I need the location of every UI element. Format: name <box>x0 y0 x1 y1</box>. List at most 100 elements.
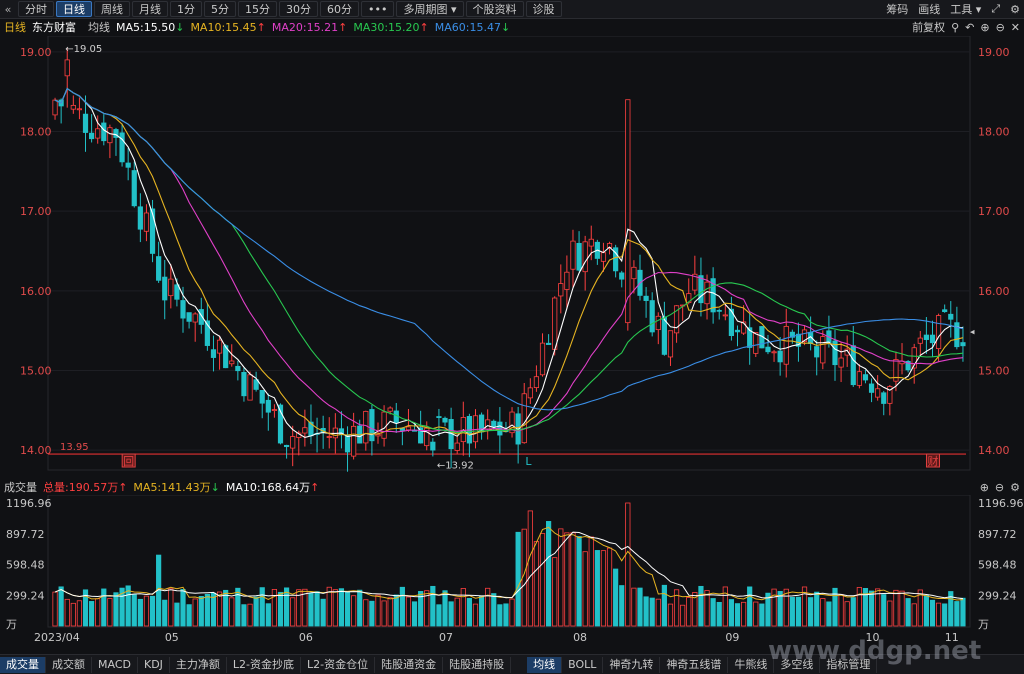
volume-bar <box>180 589 186 627</box>
candle <box>290 436 296 449</box>
volume-bar <box>113 592 119 627</box>
candle <box>107 127 113 144</box>
volume-bar <box>70 602 76 627</box>
period-tab[interactable]: 15分 <box>238 1 277 17</box>
candle <box>881 392 887 404</box>
period-tab[interactable]: 60分 <box>320 1 359 17</box>
volume-bar <box>704 590 710 627</box>
volume-bar <box>314 591 320 627</box>
volume-bar <box>271 589 278 627</box>
volume-bar <box>795 596 802 627</box>
ma-label[interactable]: 均线 <box>88 19 110 35</box>
x-tick: 08 <box>573 631 587 644</box>
candle <box>527 387 533 399</box>
indicator-tab[interactable]: 神奇五线谱 <box>660 656 729 673</box>
vol-settings-icon[interactable]: ⚙ <box>1010 481 1020 494</box>
fullscreen-icon[interactable]: ⤢ <box>991 2 1000 16</box>
candle <box>52 99 58 116</box>
candle <box>942 309 948 313</box>
y-tick-right: 16.00 <box>978 285 1010 298</box>
period-tab[interactable]: 5分 <box>204 1 236 17</box>
candle <box>375 434 381 437</box>
period-tab[interactable]: 分时 <box>18 1 54 17</box>
volume-bar <box>899 590 905 627</box>
volume-bar <box>448 601 454 627</box>
volume-bar <box>95 598 101 627</box>
tools-button[interactable]: 工具 ▾ <box>950 1 981 17</box>
period-tab[interactable]: 多周期图 ▾ <box>396 1 464 17</box>
chip-button[interactable]: 筹码 <box>886 1 908 17</box>
vol-zoom-in-icon[interactable]: ⊕ <box>980 481 989 494</box>
volume-bar <box>594 550 600 627</box>
fq-select[interactable]: 前复权 <box>912 19 945 35</box>
vol-zoom-out-icon[interactable]: ⊖ <box>995 481 1004 494</box>
candle <box>186 312 192 322</box>
volume-chart[interactable]: 1196.96 1196.96 897.72 897.72 598.48 598.48 29… <box>0 495 1024 654</box>
volume-bar <box>868 590 875 627</box>
volume-bar <box>661 584 667 627</box>
indicator-tab[interactable]: L2-资金仓位 <box>301 656 376 673</box>
period-tab[interactable]: 30分 <box>279 1 318 17</box>
back-icon[interactable]: « <box>0 3 16 16</box>
plot-frame <box>47 36 971 471</box>
period-tab[interactable]: ••• <box>361 1 395 17</box>
candle <box>125 162 131 168</box>
ma10-line <box>54 87 964 436</box>
period-tab[interactable]: 月线 <box>132 1 168 17</box>
volume-bar <box>838 594 844 627</box>
indicator-tab[interactable]: KDJ <box>138 656 170 673</box>
volume-bar <box>710 598 716 627</box>
settings-icon[interactable]: ⚙ <box>1010 3 1020 16</box>
indicator-tab[interactable]: 主力净额 <box>170 656 227 673</box>
indicator-tab[interactable]: 成交额 <box>46 656 92 673</box>
draw-button[interactable]: 画线 <box>918 1 940 17</box>
zoom-out-icon[interactable]: ⊖ <box>996 21 1005 34</box>
undo-icon[interactable]: ↶ <box>965 21 974 34</box>
indicator-tab[interactable]: 牛熊线 <box>728 656 775 673</box>
volume-bar <box>290 597 296 627</box>
volume-bar <box>332 589 338 627</box>
indicator-tab[interactable]: L2-资金抄底 <box>227 656 302 673</box>
y-tick-left: 15.00 <box>20 364 52 377</box>
volume-bar <box>399 586 405 627</box>
lock-icon[interactable]: ⚲ <box>951 21 959 34</box>
volume-bar <box>954 601 960 627</box>
close-icon[interactable]: ✕ <box>1011 21 1020 34</box>
period-tab[interactable]: 日线 <box>56 1 92 17</box>
candle <box>76 108 83 111</box>
low-annotation: ←13.92 <box>437 460 474 471</box>
candle <box>558 283 564 297</box>
period-tab[interactable]: 诊股 <box>525 1 562 17</box>
vol-tick-right: 897.72 <box>978 528 1017 541</box>
volume-bar <box>436 604 442 627</box>
candle <box>533 376 540 388</box>
indicator-tab[interactable]: 指标管理 <box>820 656 878 673</box>
volume-bar <box>850 597 856 627</box>
period-tab[interactable]: 1分 <box>170 1 202 17</box>
candle <box>588 238 594 247</box>
indicator-tab[interactable]: 陆股通持股 <box>443 656 512 673</box>
volume-bar <box>582 551 588 627</box>
volume-bar <box>844 601 850 627</box>
period-tab[interactable]: 个股资料 <box>465 1 524 17</box>
indicator-tab[interactable]: 神奇九转 <box>603 656 661 673</box>
price-chart[interactable]: 19.00 19.00 18.00 18.00 17.00 17.00 16.00 16.00… <box>0 36 1024 472</box>
volume-bar <box>588 536 594 627</box>
zoom-in-icon[interactable]: ⊕ <box>980 21 989 34</box>
candle <box>765 346 771 353</box>
period-label: 日线 <box>4 21 26 34</box>
candle <box>162 276 168 301</box>
indicator-tab[interactable]: 多空线 <box>774 656 821 673</box>
volume-bar <box>820 598 826 627</box>
volume-bar <box>369 600 375 627</box>
indicator-tab[interactable]: MACD <box>92 656 138 673</box>
indicator-tab[interactable]: 均线 <box>527 656 563 673</box>
volume-bar <box>783 588 789 627</box>
indicator-tab[interactable]: 成交量 <box>0 656 46 673</box>
indicator-tab[interactable]: BOLL <box>562 656 604 673</box>
period-tab[interactable]: 周线 <box>94 1 130 17</box>
volume-bar <box>430 585 436 627</box>
volume-bar <box>856 587 862 627</box>
volume-bar <box>716 601 722 627</box>
indicator-tab[interactable]: 陆股通资金 <box>375 656 444 673</box>
